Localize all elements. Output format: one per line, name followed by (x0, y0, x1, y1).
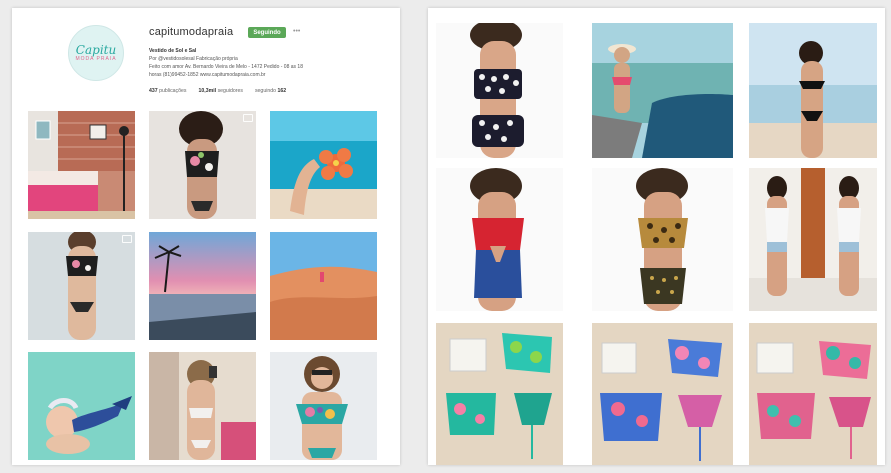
floral-top-photo (149, 111, 256, 219)
tropical-set-flatlay-1-photo (436, 323, 563, 465)
mirror-selfie-photo (149, 352, 256, 460)
more-options-icon[interactable]: ••• (293, 28, 300, 35)
model-floral-bikini-photo (28, 232, 135, 340)
post-beach-black-bikini[interactable] (749, 23, 877, 158)
post-floral-top[interactable] (149, 111, 256, 219)
red-blue-swimsuit-photo (436, 168, 563, 311)
boat-model-photo (592, 23, 733, 158)
post-leopard-halter[interactable] (592, 168, 733, 311)
beach-black-bikini-photo (749, 23, 877, 158)
post-red-blue-swimsuit[interactable] (436, 168, 563, 311)
profile-stats: 437 publicações 10,3mil seguidores segui… (149, 88, 286, 94)
sunset-sea-photo (149, 232, 256, 340)
post-baby-mermaid[interactable] (28, 352, 135, 460)
product-photo-grid (428, 8, 885, 465)
logo-text: Capitu (75, 42, 117, 57)
followers-count[interactable]: 10,3mil seguidores (199, 88, 243, 94)
post-boat-model[interactable] (592, 23, 733, 158)
logo-subtext: MODA PRAIA (75, 55, 117, 62)
bio-line-3: horas (81)99452-1852 www.capitumodapraia… (149, 72, 266, 78)
post-polka-dot-bikini[interactable] (436, 23, 563, 158)
post-tropical-set-2[interactable] (592, 323, 733, 465)
posts-count: 437 publicações (149, 88, 187, 94)
post-two-models-white[interactable] (749, 168, 877, 311)
floral-offshoulder-photo (270, 352, 377, 460)
post-model-floral-bikini[interactable] (28, 232, 135, 340)
dunes-photo (270, 232, 377, 340)
two-models-white-photo (749, 168, 877, 311)
interior-room-photo (28, 111, 135, 219)
post-tropical-set-1[interactable] (436, 323, 563, 465)
video-icon (243, 114, 253, 122)
following-count[interactable]: seguindo 162 (255, 88, 286, 94)
bio-line-1: Por @vestidosolesal Fabricação própria (149, 56, 238, 62)
post-floral-offshoulder[interactable] (270, 352, 377, 460)
post-hand-flower[interactable] (270, 111, 377, 219)
bio-line-2: Feito com amor Av. Bernardo Vieira de Me… (149, 64, 303, 70)
post-mirror-selfie[interactable] (149, 352, 256, 460)
following-button[interactable]: Seguindo (248, 27, 286, 38)
post-sunset-sea[interactable] (149, 232, 256, 340)
instagram-profile-panel: Capitu MODA PRAIA capitumodapraia Seguin… (12, 8, 400, 465)
profile-avatar[interactable]: Capitu MODA PRAIA (68, 25, 124, 81)
tropical-set-flatlay-3-photo (749, 323, 877, 465)
video-icon (122, 235, 132, 243)
post-interior-room[interactable] (28, 111, 135, 219)
tropical-set-flatlay-2-photo (592, 323, 733, 465)
profile-username: capitumodapraia (149, 26, 234, 38)
polka-dot-bikini-photo (436, 23, 563, 158)
hand-flower-beach-photo (270, 111, 377, 219)
baby-mermaid-photo (28, 352, 135, 460)
post-dunes[interactable] (270, 232, 377, 340)
leopard-halter-photo (592, 168, 733, 311)
bio-name: Vestido de Sol e Sal (149, 48, 197, 54)
post-tropical-set-3[interactable] (749, 323, 877, 465)
